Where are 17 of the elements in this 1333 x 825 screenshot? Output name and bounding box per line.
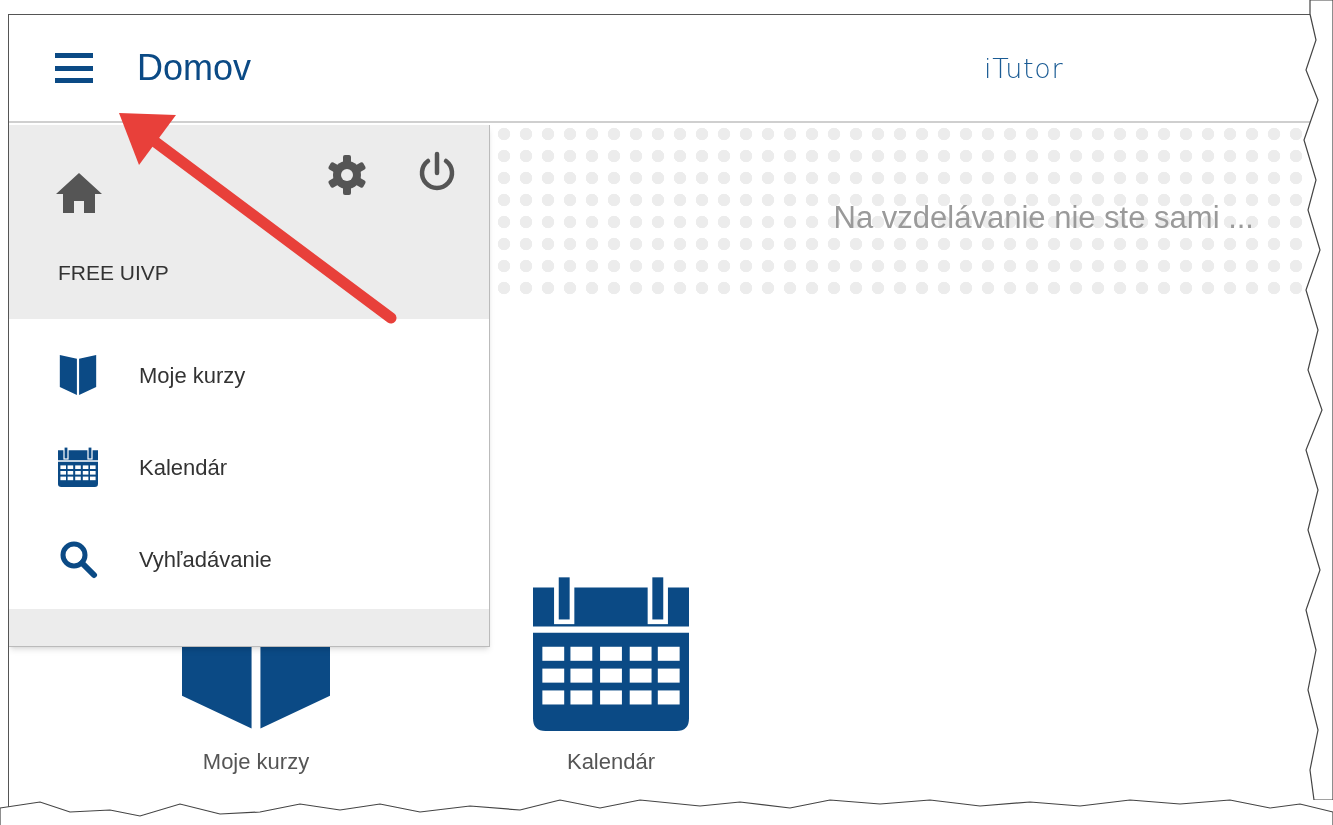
menu-icon[interactable] xyxy=(55,50,93,86)
calendar-icon xyxy=(533,575,689,731)
home-icon xyxy=(56,173,102,213)
tagline: Na vzdelávanie nie ste sami ... xyxy=(833,199,1254,237)
book-icon xyxy=(58,355,98,395)
page-title: Domov xyxy=(137,46,252,90)
tile-label[interactable]: Kalendár xyxy=(566,745,656,778)
menu-item[interactable]: Vyhľadávanie xyxy=(139,542,272,576)
account-name: FREE UIVP xyxy=(58,260,169,286)
settings-icon[interactable] xyxy=(327,155,367,195)
menu-item[interactable]: Moje kurzy xyxy=(139,358,246,392)
power-icon[interactable] xyxy=(417,151,457,193)
search-icon xyxy=(58,539,98,579)
brand-logo: iTutor xyxy=(984,52,1064,86)
menu-item[interactable]: Kalendár xyxy=(139,450,228,484)
tile-label[interactable]: Moje kurzy xyxy=(202,745,310,778)
calendar-icon xyxy=(58,447,98,487)
